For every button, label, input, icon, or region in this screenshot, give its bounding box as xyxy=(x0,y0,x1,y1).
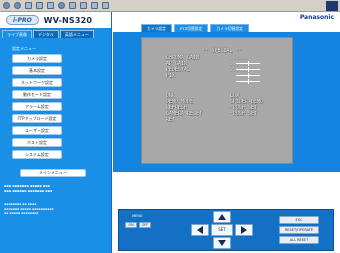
back-icon[interactable] xyxy=(3,2,10,9)
search-icon[interactable] xyxy=(58,2,65,9)
menu-item-alarm[interactable]: アラーム設定 xyxy=(12,102,62,111)
tab-live[interactable]: ライブ画像 xyxy=(2,30,32,38)
browser-toolbar xyxy=(0,0,340,12)
mail-icon[interactable] xyxy=(91,2,98,9)
home-icon[interactable] xyxy=(47,2,54,9)
tab-camera-switch[interactable]: カメラ切替設定 xyxy=(210,24,249,32)
browser-logo xyxy=(326,1,338,11)
up-arrow-icon xyxy=(218,214,226,220)
osd-value xyxy=(230,117,278,123)
settings-tabs: カメラ設定 PTZ切替設定 カメラ切替設定 xyxy=(141,24,249,32)
menu-label: MENU xyxy=(132,214,143,218)
tab-digital[interactable]: デジタル xyxy=(33,30,59,38)
refresh-icon[interactable] xyxy=(36,2,43,9)
osd-row: RET xyxy=(166,117,278,123)
control-pad: MENU ON OFF SET ESC RESET/OPERATE ALL RE… xyxy=(118,209,334,251)
osd-level-indicator xyxy=(236,78,260,86)
print-icon[interactable] xyxy=(102,2,109,9)
menu-item-user[interactable]: ユーザー設定 xyxy=(12,126,62,135)
menu-item-network[interactable]: ネットワーク設定 xyxy=(12,78,62,87)
favorites-icon[interactable] xyxy=(69,2,76,9)
forward-icon[interactable] xyxy=(14,2,21,9)
menu-item-host[interactable]: ホスト設定 xyxy=(12,138,62,147)
copyright-text: ▪▪▪▪▪▪▪▪ ▪▪ ▪▪▪▪ ▪▪▪▪▪▪▪ ▪▪▪▪▪ ▪▪▪▪▪▪▪▪▪▪… xyxy=(4,202,54,215)
esc-button[interactable]: ESC xyxy=(279,216,319,224)
up-button[interactable] xyxy=(213,211,231,223)
stop-icon[interactable] xyxy=(25,2,32,9)
brand-header: i-PRO WV-NS320 xyxy=(0,12,111,28)
model-name: WV-NS320 xyxy=(43,15,93,25)
osd-title: ** SPECIAL ** xyxy=(202,48,242,54)
osd-label: RET xyxy=(166,117,176,123)
left-tabs: ライブ画像 デジタル 英語メニュー xyxy=(0,28,111,38)
left-arrow-icon xyxy=(197,226,203,234)
all-reset-button[interactable]: ALL RESET xyxy=(279,236,319,244)
reset-operate-button[interactable]: RESET/OPERATE xyxy=(279,226,319,234)
menu-item-operation-mode[interactable]: 動作モード設定 xyxy=(12,90,62,99)
osd-screen: ** SPECIAL ** CHROMA GAIN..:... AP GAIN.… xyxy=(141,37,293,164)
osd-label: PIX xyxy=(166,73,176,79)
brand-name: Panasonic xyxy=(299,14,334,21)
tab-ptz-switch[interactable]: PTZ切替設定 xyxy=(173,24,209,32)
left-button[interactable] xyxy=(191,224,209,236)
down-arrow-icon xyxy=(218,240,226,246)
menu-item-system[interactable]: システム設定 xyxy=(12,150,62,159)
menu-on-button[interactable]: ON xyxy=(125,222,137,228)
osd-menu: ** SPECIAL ** CHROMA GAIN..:... AP GAIN.… xyxy=(166,48,278,123)
menu-item-camera[interactable]: カメラ設定 xyxy=(12,54,62,63)
tab-english-menu[interactable]: 英語メニュー xyxy=(59,30,94,38)
menu-off-button[interactable]: OFF xyxy=(139,222,151,228)
main-menu-button[interactable]: メインメニュー xyxy=(20,169,86,177)
down-button[interactable] xyxy=(213,237,231,249)
tab-camera-setup[interactable]: カメラ設定 xyxy=(141,24,172,32)
camera-logo: i-PRO xyxy=(6,15,39,25)
menu-item-basic[interactable]: 基本設定 xyxy=(12,66,62,75)
osd-spacer xyxy=(166,79,278,93)
history-icon[interactable] xyxy=(80,2,87,9)
menu-title: 設定メニュー xyxy=(12,46,36,51)
right-button[interactable] xyxy=(235,224,253,236)
menu-item-ftp-upload[interactable]: FTPアップロード設定 xyxy=(12,114,62,123)
right-arrow-icon xyxy=(241,226,247,234)
settings-menu: カメラ設定 基本設定 ネットワーク設定 動作モード設定 アラーム設定 FTPアッ… xyxy=(0,54,111,159)
status-info: ▪▪▪ ▪▪▪▪▪▪▪ ▪▪▪▪▪ ▪▪▪ ▪▪▪ ▪▪▪▪▪▪ ▪▪▪▪▪▪▪ … xyxy=(4,184,53,193)
set-button[interactable]: SET xyxy=(211,224,233,236)
left-panel: i-PRO WV-NS320 ライブ画像 デジタル 英語メニュー 設定メニュー … xyxy=(0,12,112,253)
